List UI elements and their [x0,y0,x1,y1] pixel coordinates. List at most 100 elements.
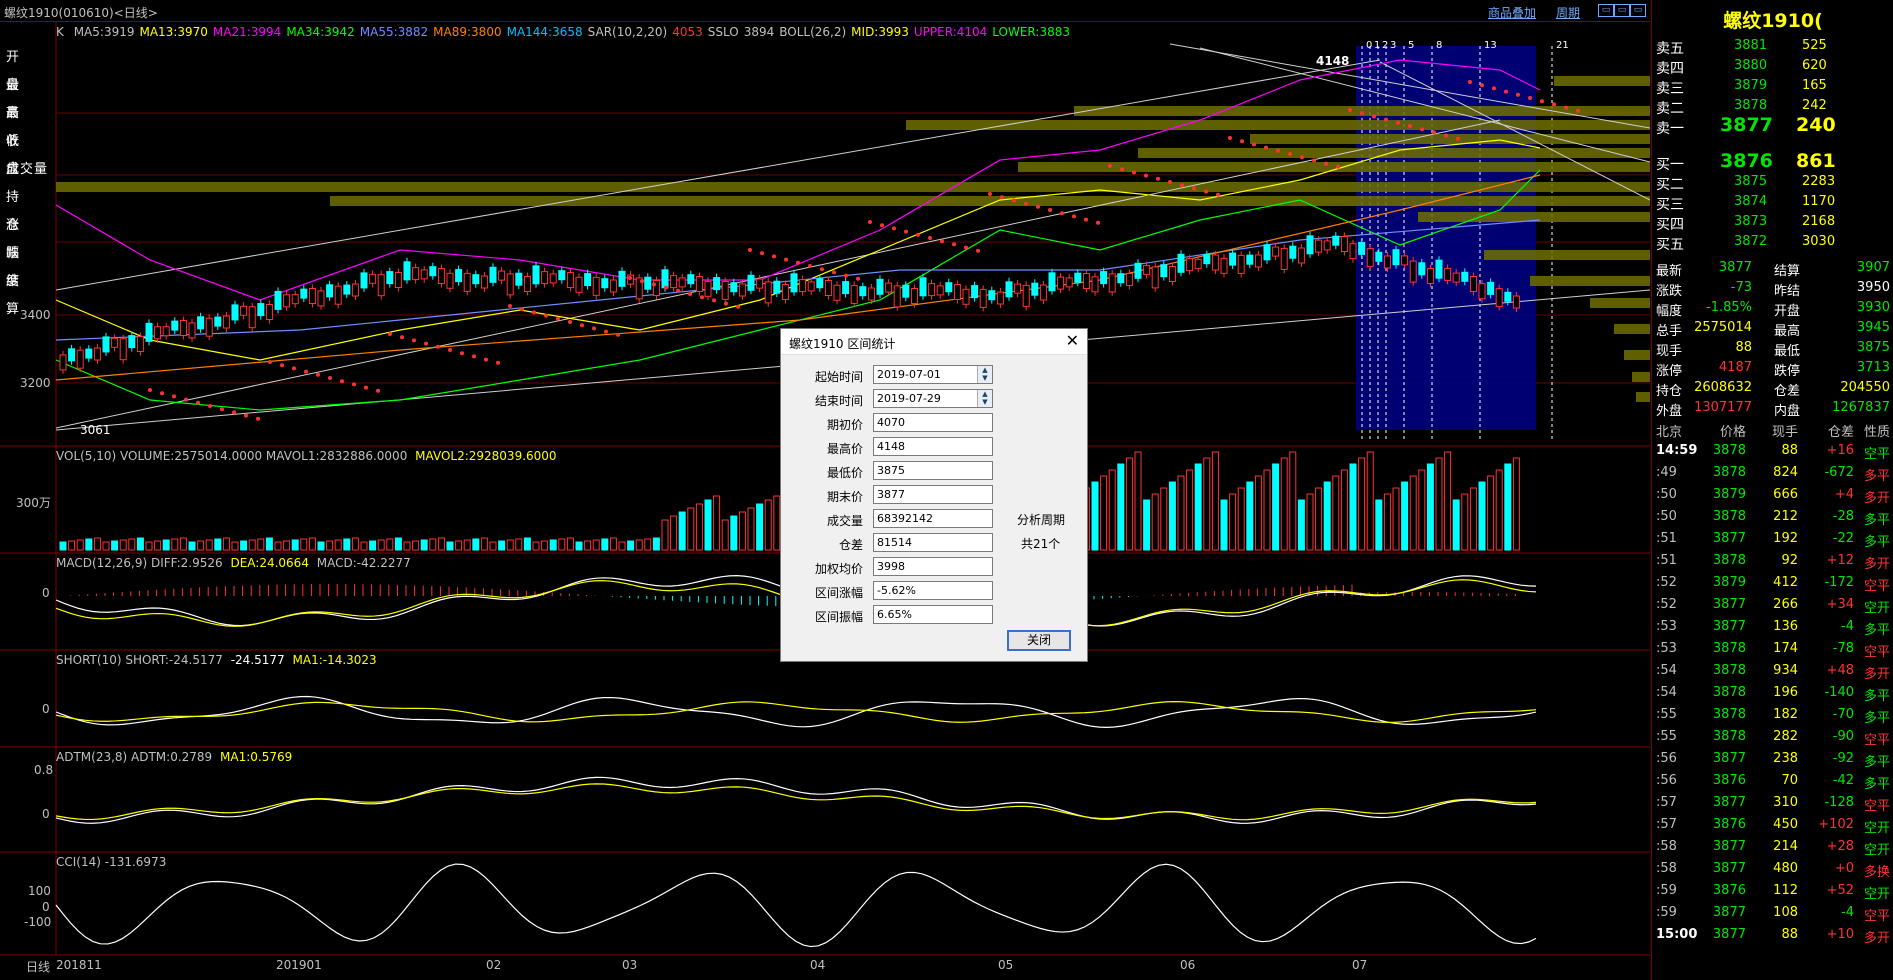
volume-profile-bar [56,182,1650,192]
bid-row[interactable]: 买一 3876 861 [1652,150,1893,173]
spin-arrows-icon[interactable]: ▲ ▼ [977,390,992,407]
tick-row[interactable]: :59 3876 112 +52 空开 [1652,880,1893,902]
bid-row[interactable]: 买四 3873 2168 [1652,212,1893,233]
candle-body [1108,273,1116,293]
sar-dot [616,332,620,337]
candle-body [489,266,497,283]
field-input[interactable] [873,461,993,480]
tick-row[interactable]: :49 3878 824 -672 多平 [1652,462,1893,484]
volume-bar [1504,463,1512,551]
tick-nature: 多开 [1863,491,1890,506]
candle-body [1237,254,1245,274]
tick-row[interactable]: :52 3879 412 -172 空平 [1652,572,1893,594]
candle-body [265,304,273,320]
volume-bar [102,541,110,551]
field-input[interactable] [873,437,993,456]
k-indicator-item: MA5:3919 [73,25,135,39]
tick-row[interactable]: :57 3877 310 -128 空平 [1652,792,1893,814]
tick-row[interactable]: :56 3876 70 -42 多平 [1652,770,1893,792]
field-input[interactable] [873,389,993,408]
sar-dot [712,298,716,303]
tick-nature: 多开 [1863,557,1890,572]
tick-time: 15:00 [1656,927,1698,942]
tick-row[interactable]: :56 3877 238 -92 多平 [1652,748,1893,770]
tick-nature: 多平 [1863,689,1890,704]
bid-row[interactable]: 买五 3872 3030 [1652,232,1893,253]
volume-bar [274,541,282,551]
tick-oi-change: -672 [1824,465,1854,480]
tick-row[interactable]: :50 3879 666 +4 多开 [1652,484,1893,506]
tick-row[interactable]: 14:59 3878 88 +16 空平 [1652,440,1893,462]
candle-body [1366,248,1374,268]
tick-price: 3878 [1712,707,1746,722]
candle-body [661,269,669,289]
tick-row[interactable]: :53 3877 136 -4 多平 [1652,616,1893,638]
field-input[interactable] [873,413,993,432]
field-input[interactable] [873,605,993,624]
spin-arrows-icon[interactable]: ▲ ▼ [977,366,992,383]
field-input[interactable] [873,581,993,600]
tick-row[interactable]: :58 3877 480 +0 多换 [1652,858,1893,880]
sar-dot [1384,117,1388,122]
tick-row[interactable]: :52 3877 266 +34 空开 [1652,594,1893,616]
field-input[interactable] [873,557,993,576]
low-price-marker: 3061 [80,423,111,437]
ask-row[interactable]: 卖三 3879 165 [1652,76,1893,97]
x-axis-tick: 06 [1180,958,1196,972]
sar-dot [1252,142,1256,147]
tick-row[interactable]: 15:00 3877 88 +10 多开 [1652,924,1893,946]
sar-dot [208,404,212,408]
tick-price: 3878 [1712,553,1746,568]
bid-row[interactable]: 买三 3874 1170 [1652,192,1893,213]
sar-dot [1456,136,1460,141]
tick-price: 3878 [1712,729,1746,744]
volume-bar [1366,451,1374,551]
sar-dot [580,323,584,328]
close-icon[interactable]: ✕ [1066,331,1079,350]
tick-row[interactable]: :57 3876 450 +102 空开 [1652,814,1893,836]
tick-volume: 450 [1773,817,1798,832]
tick-price: 3877 [1712,531,1746,546]
candle-body [592,276,600,296]
ask-row[interactable]: 卖四 3880 620 [1652,56,1893,77]
candle-body [695,276,703,292]
ask-row[interactable]: 卖五 3881 525 [1652,36,1893,57]
level-price: 3875 [1734,174,1768,189]
tick-row[interactable]: :59 3877 108 -4 空平 [1652,902,1893,924]
tick-row[interactable]: :55 3878 182 -70 多平 [1652,704,1893,726]
candle-body [558,270,566,281]
x-axis-tick: 02 [486,958,502,972]
volume-bar [93,537,101,551]
cci-axis-100: 100 [28,884,51,898]
candle-body [1263,244,1271,261]
adtm-axis-top: 0.8 [34,763,54,777]
tick-time: :51 [1656,531,1677,546]
ask-row[interactable]: 卖一 3877 240 [1652,114,1893,137]
field-input[interactable] [873,365,993,384]
tick-row[interactable]: :53 3878 174 -78 空平 [1652,638,1893,660]
volume-bar [351,537,359,551]
field-input[interactable] [873,485,993,504]
bid-row[interactable]: 买二 3875 2283 [1652,172,1893,193]
tick-row[interactable]: :51 3878 92 +12 多开 [1652,550,1893,572]
tick-row[interactable]: :50 3878 212 -28 多平 [1652,506,1893,528]
close-button[interactable]: 关闭 [1007,630,1071,651]
field-input[interactable] [873,509,993,528]
field-label: 结束时间 [814,394,863,408]
volume-bar [403,541,411,551]
candle-body [1332,235,1340,246]
sar-dot [460,351,464,356]
tick-row[interactable]: :54 3878 196 -140 多平 [1652,682,1893,704]
field-input[interactable] [873,533,993,552]
level-label: 买一 [1656,157,1684,173]
tick-row[interactable]: :54 3878 934 +48 多开 [1652,660,1893,682]
tick-volume: 934 [1773,663,1798,678]
k-indicator-item: MA89:3800 [433,25,502,39]
tick-row[interactable]: :58 3877 214 +28 空开 [1652,836,1893,858]
tick-row[interactable]: :55 3878 282 -90 空平 [1652,726,1893,748]
tick-row[interactable]: :51 3877 192 -22 多平 [1652,528,1893,550]
adtm-ma1: MA1:0.5769 [220,750,293,764]
ask-row[interactable]: 卖二 3878 242 [1652,96,1893,117]
volume-bar [1461,493,1469,551]
sar-dot [808,264,812,268]
